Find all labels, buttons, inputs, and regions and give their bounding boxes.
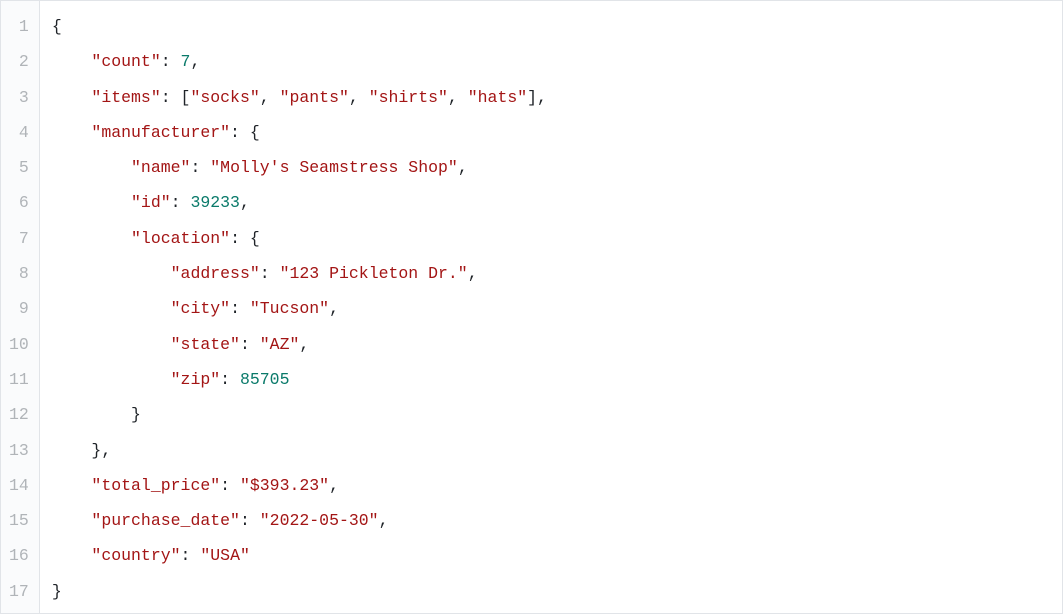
token-punct: }, <box>91 441 111 460</box>
token-key: "items" <box>91 88 160 107</box>
code-line: { <box>52 9 1062 44</box>
token-key: "name" <box>131 158 190 177</box>
token-str: "hats" <box>468 88 527 107</box>
token-punct: , <box>468 264 478 283</box>
code-line: "count": 7, <box>52 44 1062 79</box>
code-line: "id": 39233, <box>52 185 1062 220</box>
line-number: 2 <box>9 44 31 79</box>
token-punct: , <box>458 158 468 177</box>
code-line: }, <box>52 433 1062 468</box>
code-area[interactable]: { "count": 7, "items": ["socks", "pants"… <box>40 1 1062 613</box>
token-key: "city" <box>171 299 230 318</box>
token-punct: : <box>190 158 210 177</box>
line-number-gutter: 1234567891011121314151617 <box>1 1 40 613</box>
line-number: 5 <box>9 150 31 185</box>
token-key: "country" <box>91 546 180 565</box>
token-punct: : <box>240 335 260 354</box>
token-key: "address" <box>171 264 260 283</box>
code-line: "items": ["socks", "pants", "shirts", "h… <box>52 80 1062 115</box>
token-num: 39233 <box>190 193 240 212</box>
line-number: 12 <box>9 397 31 432</box>
token-punct: : <box>171 193 191 212</box>
token-punct: , <box>349 88 369 107</box>
token-key: "manufacturer" <box>91 123 230 142</box>
code-line: "city": "Tucson", <box>52 291 1062 326</box>
token-key: "location" <box>131 229 230 248</box>
line-number: 10 <box>9 327 31 362</box>
line-number: 9 <box>9 291 31 326</box>
line-number: 7 <box>9 221 31 256</box>
token-punct: , <box>260 88 280 107</box>
token-key: "zip" <box>171 370 221 389</box>
line-number: 13 <box>9 433 31 468</box>
line-number: 16 <box>9 538 31 573</box>
code-line: "country": "USA" <box>52 538 1062 573</box>
code-line: "location": { <box>52 221 1062 256</box>
token-str: "2022-05-30" <box>260 511 379 530</box>
code-line: "state": "AZ", <box>52 327 1062 362</box>
token-punct: : <box>260 264 280 283</box>
token-str: "Tucson" <box>250 299 329 318</box>
token-num: 85705 <box>240 370 290 389</box>
token-punct: , <box>329 299 339 318</box>
token-punct: , <box>329 476 339 495</box>
token-punct: , <box>299 335 309 354</box>
token-str: "socks" <box>190 88 259 107</box>
token-punct: : <box>220 476 240 495</box>
line-number: 3 <box>9 80 31 115</box>
token-punct: , <box>190 52 200 71</box>
line-number: 6 <box>9 185 31 220</box>
token-num: 7 <box>181 52 191 71</box>
code-line: "manufacturer": { <box>52 115 1062 150</box>
code-line: "address": "123 Pickleton Dr.", <box>52 256 1062 291</box>
token-punct: : <box>240 511 260 530</box>
code-block: 1234567891011121314151617 { "count": 7, … <box>0 0 1063 614</box>
token-str: "USA" <box>200 546 250 565</box>
token-key: "purchase_date" <box>91 511 240 530</box>
token-str: "123 Pickleton Dr." <box>280 264 468 283</box>
code-line: "total_price": "$393.23", <box>52 468 1062 503</box>
token-punct: : { <box>230 229 260 248</box>
token-punct: : <box>220 370 240 389</box>
line-number: 11 <box>9 362 31 397</box>
token-punct: : <box>181 546 201 565</box>
token-key: "total_price" <box>91 476 220 495</box>
token-punct: : <box>161 52 181 71</box>
token-key: "count" <box>91 52 160 71</box>
token-str: "pants" <box>280 88 349 107</box>
code-line: "name": "Molly's Seamstress Shop", <box>52 150 1062 185</box>
line-number: 1 <box>9 9 31 44</box>
line-number: 8 <box>9 256 31 291</box>
token-key: "id" <box>131 193 171 212</box>
token-punct: , <box>379 511 389 530</box>
token-punct: : <box>230 299 250 318</box>
line-number: 4 <box>9 115 31 150</box>
token-punct: , <box>240 193 250 212</box>
token-str: "shirts" <box>369 88 448 107</box>
token-punct: } <box>131 405 141 424</box>
token-punct: } <box>52 582 62 601</box>
token-punct: : { <box>230 123 260 142</box>
code-line: "purchase_date": "2022-05-30", <box>52 503 1062 538</box>
code-line: } <box>52 397 1062 432</box>
token-key: "state" <box>171 335 240 354</box>
token-str: "$393.23" <box>240 476 329 495</box>
token-punct: ], <box>527 88 547 107</box>
line-number: 17 <box>9 574 31 609</box>
line-number: 14 <box>9 468 31 503</box>
token-str: "Molly's Seamstress Shop" <box>210 158 458 177</box>
code-line: } <box>52 574 1062 609</box>
line-number: 15 <box>9 503 31 538</box>
token-punct: : [ <box>161 88 191 107</box>
token-str: "AZ" <box>260 335 300 354</box>
token-punct: , <box>448 88 468 107</box>
code-line: "zip": 85705 <box>52 362 1062 397</box>
token-punct: { <box>52 17 62 36</box>
